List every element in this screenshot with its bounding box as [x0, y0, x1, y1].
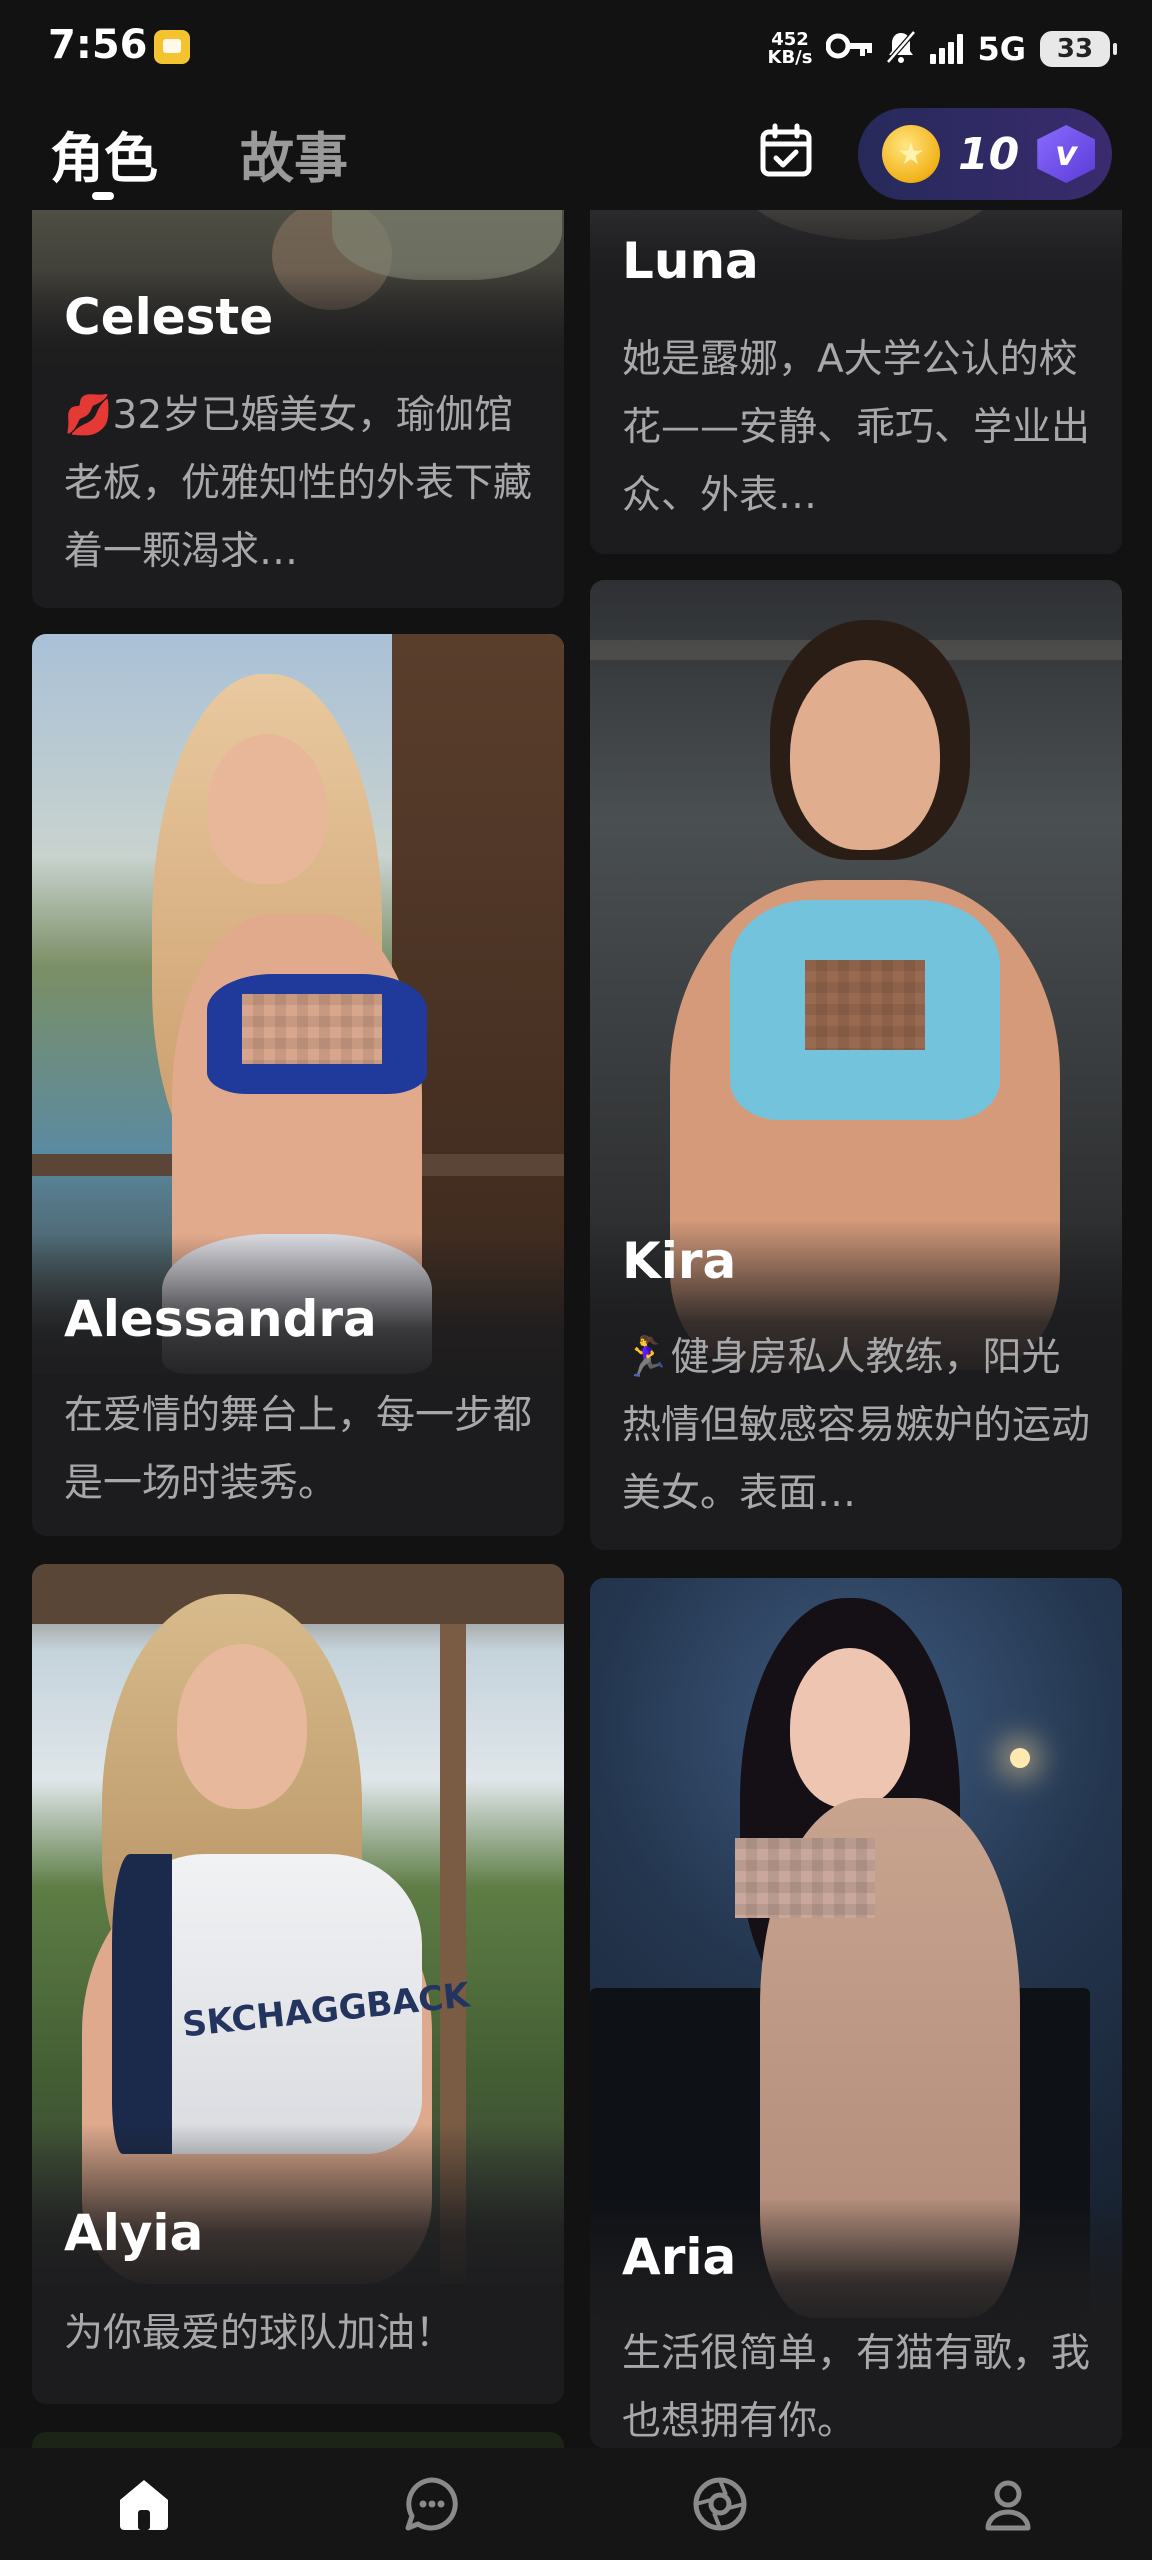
active-tab-indicator: [92, 192, 114, 200]
discover-icon: [693, 2477, 747, 2531]
character-name: Luna: [622, 232, 759, 290]
vip-badge-icon[interactable]: v: [1037, 125, 1096, 183]
nav-discover[interactable]: [660, 2454, 780, 2554]
character-description: 生活很简单，有猫有歌，我也想拥有你。: [622, 2331, 1091, 2444]
status-icons: 452 KB/s 5G 33: [767, 24, 1117, 74]
character-name: Alyia: [64, 2204, 204, 2262]
notification-icon: [154, 30, 190, 64]
net-speed: 452 KB/s: [767, 29, 813, 68]
character-name: Celeste: [64, 288, 274, 346]
network-type: 5G: [977, 30, 1026, 68]
nav-chat[interactable]: [372, 2454, 492, 2554]
nav-profile[interactable]: [948, 2454, 1068, 2554]
character-description: 💋32岁已婚美女，瑜伽馆老板，优雅知性的外表下藏着一颗渴求…: [64, 393, 533, 574]
character-card-alessandra[interactable]: Alessandra 在爱情的舞台上，每一步都是一场时装秀。: [32, 634, 564, 1536]
character-card-aria[interactable]: Aria 生活很简单，有猫有歌，我也想拥有你。: [590, 1578, 1122, 2448]
character-description: 🏃‍♀️健身房私人教练，阳光热情但敏感容易嫉妒的运动美女。表面…: [622, 1335, 1091, 1516]
home-icon: [120, 2480, 168, 2530]
bottom-navigation: [0, 2448, 1152, 2560]
character-description: 为你最爱的球队加油！: [64, 2311, 455, 2356]
character-description: 在爱情的舞台上，每一步都是一场时装秀。: [64, 1393, 533, 1506]
profile-icon: [985, 2480, 1031, 2531]
coin-count: 10: [958, 128, 1020, 180]
character-name: Alessandra: [64, 1290, 377, 1348]
chat-icon: [405, 2477, 458, 2531]
tab-characters[interactable]: 角色: [50, 114, 158, 193]
character-name: Aria: [622, 2228, 737, 2286]
character-description: 她是露娜，A大学公认的校花——安静、乖巧、学业出众、外表…: [622, 337, 1091, 518]
calendar-icon[interactable]: [755, 120, 817, 182]
character-name: Kira: [622, 1232, 737, 1290]
character-card-peek[interactable]: [32, 2432, 564, 2448]
character-card-kira[interactable]: Kira 🏃‍♀️健身房私人教练，阳光热情但敏感容易嫉妒的运动美女。表面…: [590, 580, 1122, 1550]
coin-icon: ★: [882, 125, 940, 183]
key-icon: [825, 30, 873, 68]
signal-icon: [930, 34, 964, 64]
character-card-alyia[interactable]: SKCHAGGBACK Alyia 为你最爱的球队加油！: [32, 1564, 564, 2404]
status-time: 7:56: [48, 22, 148, 68]
coin-balance-button[interactable]: ★ 10 v: [858, 108, 1112, 200]
battery-icon: 33: [1040, 31, 1117, 67]
tab-stories[interactable]: 故事: [240, 114, 348, 193]
status-bar: 7:56 452 KB/s 5G 33: [0, 0, 1152, 100]
top-header: 角色 故事 ★ 10 v: [0, 100, 1152, 210]
nav-home[interactable]: [84, 2454, 204, 2554]
app-screen: 7:56 452 KB/s 5G 33 Celeste 💋32岁已婚美女，瑜伽馆…: [0, 0, 1152, 2560]
mute-icon: [886, 30, 917, 68]
